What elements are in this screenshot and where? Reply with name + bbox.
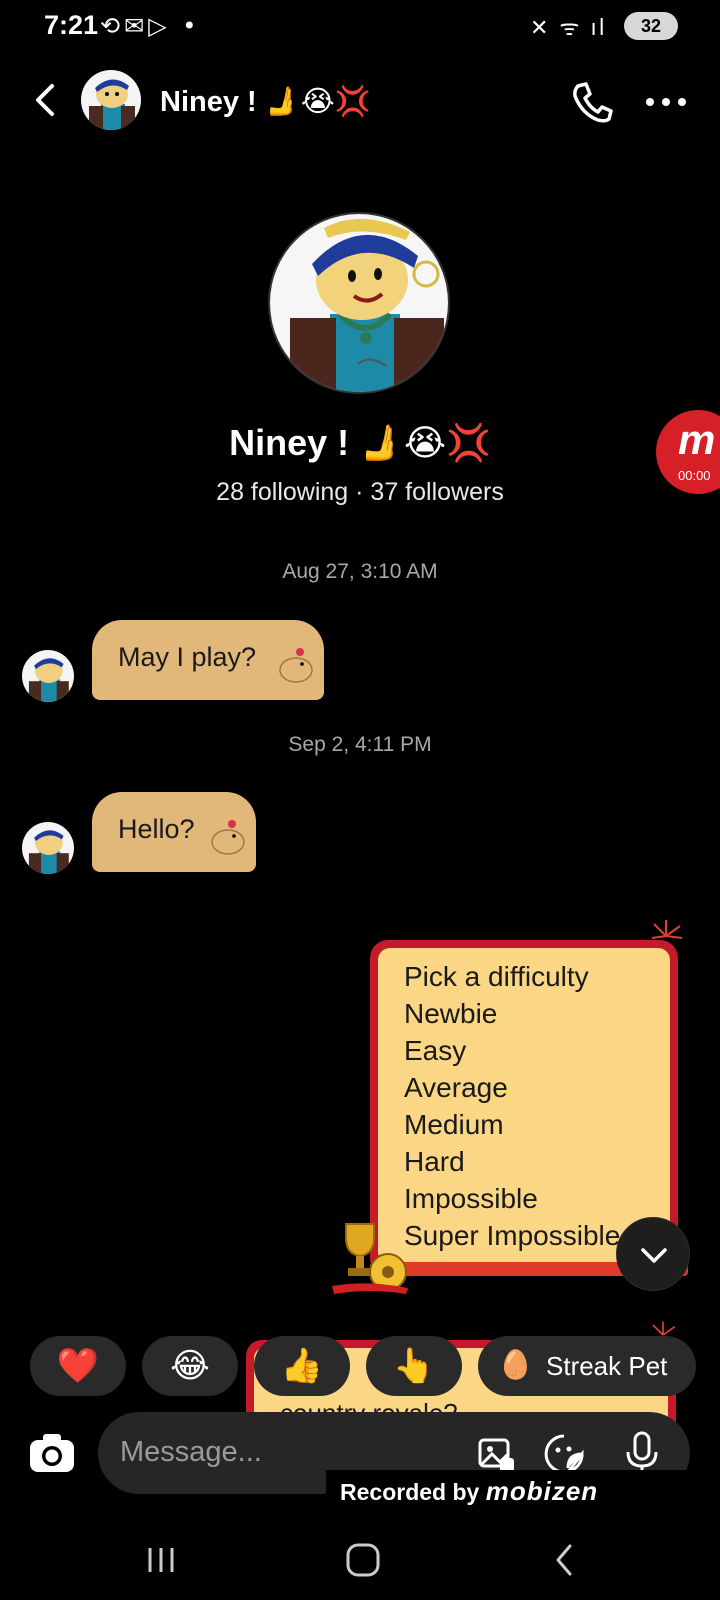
reaction-thumbs-up[interactable]: 👍 (254, 1336, 350, 1396)
camera-button[interactable] (26, 1426, 78, 1478)
card-line: Pick a difficulty (404, 961, 589, 992)
streak-pet-label: Streak Pet (546, 1351, 668, 1381)
card-line: Newbie (404, 998, 498, 1029)
back-arrow-icon (556, 1544, 572, 1576)
header-avatar[interactable] (81, 70, 141, 130)
card-line: Easy (404, 1035, 467, 1066)
sent-message-card[interactable]: Pick a difficulty Newbie Easy Average Me… (378, 948, 670, 1264)
phone-icon (573, 82, 613, 123)
mobizen-wordmark: mobizen (485, 1476, 599, 1506)
egg-icon: 🥚 (498, 1349, 533, 1380)
battery-indicator: 32 (624, 12, 678, 40)
firework-icon (648, 918, 684, 961)
chevron-left-icon (36, 84, 54, 116)
signal-wifi-icons: ✕ ᯤ ıl (530, 16, 607, 41)
home-button[interactable] (338, 1540, 388, 1580)
home-icon (346, 1543, 380, 1577)
reaction-point-up[interactable]: 👆 (366, 1336, 462, 1396)
profile-avatar-image (270, 214, 448, 392)
profile-avatar[interactable] (268, 212, 450, 394)
profile-name: Niney ! 🫸😭💢 (229, 422, 491, 463)
message-avatar[interactable] (22, 650, 74, 702)
message-text: May I play? (118, 642, 257, 672)
notification-icons: ⟲✉▷ • (100, 12, 201, 40)
capybara-decoration-icon (276, 644, 316, 690)
reaction-heart[interactable]: ❤️ (30, 1336, 126, 1396)
avatar-image (22, 650, 74, 702)
card-line: Impossible (404, 1183, 538, 1214)
more-dots-icon (646, 98, 686, 106)
recents-icon (148, 1548, 174, 1572)
streak-pet-button[interactable]: 🥚 Streak Pet (478, 1336, 696, 1396)
mobizen-logo-icon: m (678, 416, 716, 463)
date-separator: Sep 2, 4:11 PM (288, 733, 432, 756)
avatar-image (81, 70, 141, 130)
scroll-to-bottom-button[interactable] (616, 1217, 690, 1291)
more-options-button[interactable] (644, 80, 688, 124)
message-bubble[interactable]: May I play? (92, 620, 324, 700)
watermark-text: Recorded by mobizen (340, 1476, 599, 1506)
call-button[interactable] (568, 78, 616, 126)
reaction-laugh[interactable]: 😂 (142, 1336, 238, 1396)
header-username[interactable]: Niney ! 🫸😭💢 (160, 84, 371, 119)
recent-apps-button[interactable] (136, 1540, 186, 1580)
back-button[interactable] (26, 80, 66, 120)
gallery-icon (478, 1438, 514, 1472)
card-line: Hard (404, 1146, 465, 1177)
message-text: Hello? (118, 814, 195, 844)
message-avatar[interactable] (22, 822, 74, 874)
card-line: Average (404, 1072, 508, 1103)
date-separator: Aug 27, 3:10 AM (282, 560, 438, 583)
message-input[interactable] (120, 1436, 440, 1469)
capybara-decoration-icon (208, 816, 248, 862)
profile-follow-stats: 28 following · 37 followers (216, 478, 504, 506)
message-bubble[interactable]: Hello? (92, 792, 256, 872)
camera-icon (30, 1434, 74, 1472)
avatar-image (22, 822, 74, 874)
trophy-decoration-icon (330, 1216, 410, 1307)
status-time: 7:21 (44, 10, 99, 40)
recording-timer: 00:00 (678, 468, 711, 483)
system-back-button[interactable] (540, 1540, 590, 1580)
recording-watermark: Recorded by mobizen (326, 1470, 688, 1510)
chevron-down-icon (641, 1248, 667, 1263)
card-line: Medium (404, 1109, 504, 1140)
